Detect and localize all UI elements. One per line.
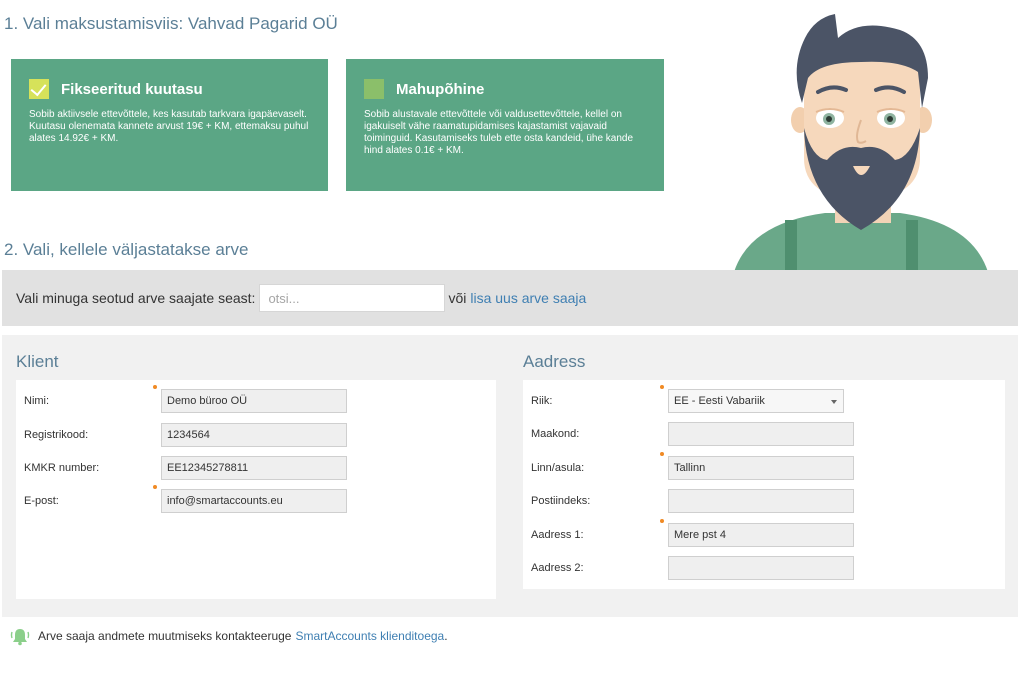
country-select-value: EE - Eesti Vabariik <box>674 395 765 407</box>
address-line1-field[interactable]: Mere pst 4 <box>668 523 854 547</box>
support-note-suffix: . <box>444 629 448 643</box>
field-label: E-post: <box>24 495 59 507</box>
aadress-section-title: Aadress <box>523 352 586 371</box>
chevron-down-icon <box>831 400 837 404</box>
plan-checkbox-unchecked[interactable] <box>364 79 384 99</box>
form-row-kmkr: KMKR number: EE12345278811 <box>16 456 496 480</box>
form-row-aadress2: Aadress 2: <box>523 556 1005 580</box>
county-field[interactable] <box>668 422 854 446</box>
field-label: Linn/asula: <box>531 462 585 474</box>
required-indicator <box>153 485 157 489</box>
form-row-aadress1: Aadress 1: Mere pst 4 <box>523 519 1005 547</box>
field-label: KMKR number: <box>24 462 100 474</box>
aadress-panel: Riik: EE - Eesti Vabariik Maakond: Linn/… <box>523 380 1005 589</box>
add-new-recipient-link[interactable]: lisa uus arve saaja <box>470 290 586 306</box>
support-link[interactable]: SmartAccounts klienditoega <box>295 629 444 643</box>
field-label: Registrikood: <box>24 429 89 441</box>
bell-icon <box>10 629 30 646</box>
step1-title: 1. Vali maksustamisviis: Vahvad Pagarid … <box>4 14 338 33</box>
recipient-search-bar: Vali minuga seotud arve saajate seast: v… <box>2 270 1018 326</box>
registry-code-field[interactable]: 1234564 <box>161 423 347 447</box>
plan-card-volume-based[interactable]: Mahupõhine Sobib alustavale ettevõttele … <box>346 59 664 191</box>
form-row-registrikood: Registrikood: 1234564 <box>16 423 496 447</box>
name-field[interactable]: Demo büroo OÜ <box>161 389 347 413</box>
plan-description: Sobib aktiivsele ettevõttele, kes kasuta… <box>29 109 309 144</box>
vat-number-field[interactable]: EE12345278811 <box>161 456 347 480</box>
field-label: Aadress 2: <box>531 562 584 574</box>
form-row-postiindeks: Postiindeks: <box>523 489 1005 513</box>
plan-header: Mahupõhine <box>364 79 646 99</box>
klient-section-title: Klient <box>16 352 59 371</box>
search-label: Vali minuga seotud arve saajate seast: <box>16 290 256 306</box>
form-row-nimi: Nimi: Demo büroo OÜ <box>16 385 496 413</box>
required-indicator <box>660 452 664 456</box>
field-label: Riik: <box>531 395 553 407</box>
plan-title: Fikseeritud kuutasu <box>61 80 203 98</box>
field-label: Postiindeks: <box>531 495 591 507</box>
form-row-maakond: Maakond: <box>523 422 1005 446</box>
country-select[interactable]: EE - Eesti Vabariik <box>668 389 844 413</box>
klient-panel: Nimi: Demo büroo OÜ Registrikood: 123456… <box>16 380 496 599</box>
plan-description: Sobib alustavale ettevõttele või valduse… <box>364 109 634 156</box>
step2-title: 2. Vali, kellele väljastatakse arve <box>4 240 249 259</box>
plan-title: Mahupõhine <box>396 80 485 98</box>
city-field[interactable]: Tallinn <box>668 456 854 480</box>
required-indicator <box>660 385 664 389</box>
form-row-epost: E-post: info@smartaccounts.eu <box>16 485 496 513</box>
required-indicator <box>153 385 157 389</box>
address-line2-field[interactable] <box>668 556 854 580</box>
required-indicator <box>660 519 664 523</box>
field-label: Aadress 1: <box>531 529 584 541</box>
support-note: Arve saaja andmete muutmiseks kontakteer… <box>10 626 448 646</box>
form-row-linn: Linn/asula: Tallinn <box>523 452 1005 480</box>
form-row-riik: Riik: EE - Eesti Vabariik <box>523 385 1005 413</box>
field-label: Nimi: <box>24 395 50 407</box>
recipient-form: Klient Aadress Nimi: Demo büroo OÜ Regis… <box>2 335 1018 617</box>
bearded-man-illustration <box>734 14 988 272</box>
support-note-text: Arve saaja andmete muutmiseks kontakteer… <box>38 629 292 643</box>
recipient-search-input[interactable] <box>259 284 446 312</box>
or-text: või <box>448 290 467 306</box>
postal-code-field[interactable] <box>668 489 854 513</box>
field-label: Maakond: <box>531 428 580 440</box>
email-field[interactable]: info@smartaccounts.eu <box>161 489 347 513</box>
plan-checkbox-checked[interactable] <box>29 79 49 99</box>
plan-header: Fikseeritud kuutasu <box>29 79 310 99</box>
plan-card-fixed-fee[interactable]: Fikseeritud kuutasu Sobib aktiivsele ett… <box>11 59 328 191</box>
